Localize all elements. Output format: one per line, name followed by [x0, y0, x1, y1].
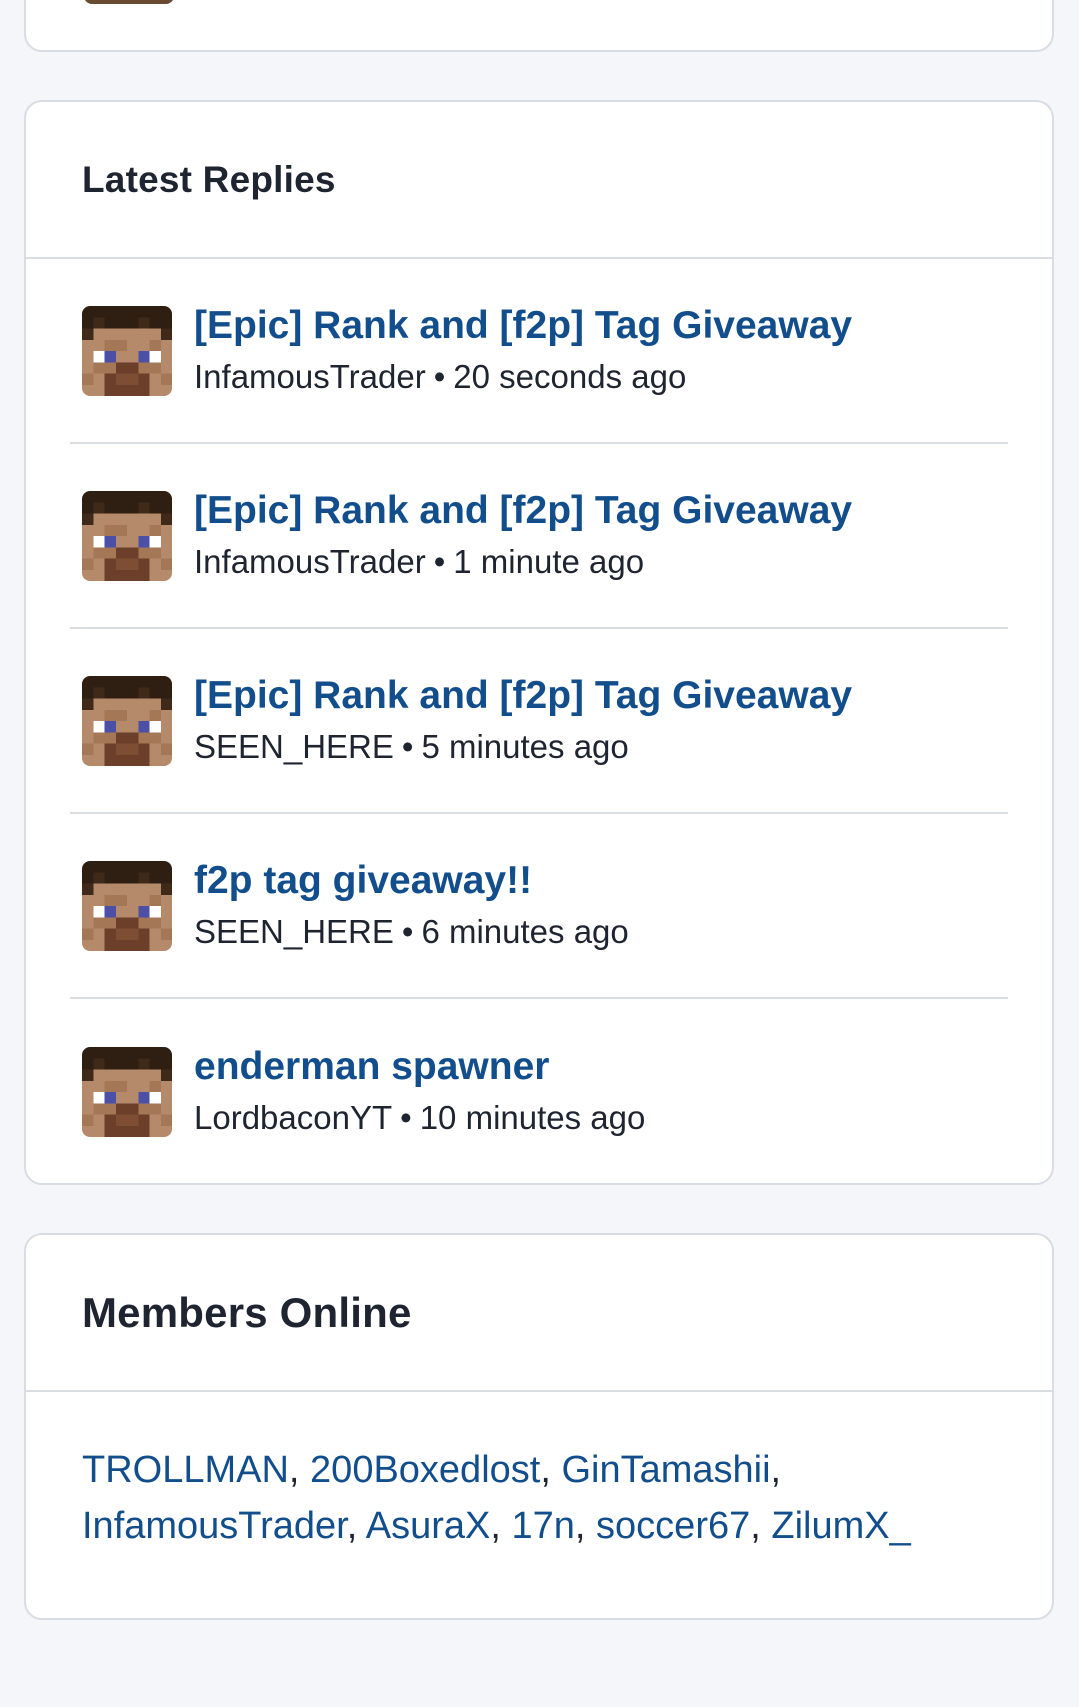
reply-meta: InfamousTrader • 20 seconds ago — [194, 354, 852, 400]
author-name[interactable]: SEEN_HERE — [194, 728, 394, 765]
thread-title-link[interactable]: f2p tag giveaway!! — [194, 857, 629, 905]
reply-time: 5 minutes ago — [421, 727, 629, 765]
member-link[interactable]: 17n — [512, 1505, 575, 1547]
list-separator: , — [490, 1505, 501, 1547]
previous-card — [24, 0, 1054, 52]
latest-replies-title: Latest Replies — [82, 158, 336, 200]
member-link[interactable]: AsuraX — [366, 1505, 491, 1547]
card-header: Latest Replies — [26, 102, 1052, 259]
reply-time: 10 minutes ago — [419, 1098, 646, 1136]
list-separator: , — [574, 1505, 586, 1547]
replies-list: [Epic] Rank and [f2p] Tag Giveaway Infam… — [26, 259, 1052, 1184]
author-name[interactable]: LordbaconYT — [194, 1099, 392, 1136]
avatar[interactable] — [82, 675, 172, 766]
thread-title-link[interactable]: [Epic] Rank and [f2p] Tag Giveaway — [194, 672, 852, 720]
separator: • — [401, 912, 414, 950]
reply-meta: SEEN_HERE • 5 minutes ago — [194, 724, 852, 770]
card-header: Members Online — [26, 1235, 1052, 1392]
reply-time: 20 seconds ago — [453, 357, 687, 395]
list-separator: , — [346, 1505, 358, 1547]
author-name[interactable]: InfamousTrader — [194, 358, 426, 395]
members-online-title: Members Online — [82, 1288, 412, 1336]
member-link[interactable]: soccer67 — [596, 1505, 750, 1547]
separator: • — [401, 727, 414, 765]
avatar[interactable] — [82, 490, 172, 581]
list-separator: , — [288, 1449, 300, 1491]
reply-item: enderman spawner LordbaconYT • 10 minutes … — [70, 999, 1008, 1184]
avatar[interactable] — [82, 305, 172, 396]
reply-time: 1 minute ago — [453, 542, 645, 580]
avatar[interactable] — [82, 1046, 172, 1137]
reply-item: f2p tag giveaway!! SEEN_HERE • 6 minutes a… — [70, 814, 1008, 999]
thread-title-link[interactable]: [Epic] Rank and [f2p] Tag Giveaway — [194, 487, 852, 535]
author-name[interactable]: InfamousTrader — [194, 543, 426, 580]
member-link[interactable]: InfamousTrader — [82, 1505, 347, 1547]
list-separator: , — [770, 1449, 782, 1491]
avatar — [84, 0, 174, 4]
latest-replies-card: Latest Replies [Epic] Rank and [f2p] Tag… — [24, 100, 1054, 1185]
member-link[interactable]: GinTamashii — [561, 1449, 770, 1491]
reply-meta: InfamousTrader • 1 minute ago — [194, 539, 852, 585]
thread-title-link[interactable]: enderman spawner — [194, 1043, 645, 1091]
reply-time: 6 minutes ago — [421, 912, 629, 950]
list-separator: , — [540, 1449, 551, 1491]
list-separator: , — [750, 1505, 761, 1547]
member-link[interactable]: 200Boxedlost — [310, 1449, 540, 1491]
reply-meta: LordbaconYT • 10 minutes ago — [194, 1095, 645, 1141]
thread-title-link[interactable]: [Epic] Rank and [f2p] Tag Giveaway — [194, 302, 852, 350]
separator: • — [433, 542, 446, 580]
reply-item: [Epic] Rank and [f2p] Tag Giveaway Infam… — [70, 259, 1008, 444]
member-link[interactable]: ZilumX_ — [771, 1505, 910, 1547]
members-online-card: Members Online TROLLMAN, 200Boxedlost, G… — [24, 1233, 1054, 1620]
members-list: TROLLMAN, 200Boxedlost, GinTamashii, Inf… — [26, 1392, 1052, 1554]
reply-item: [Epic] Rank and [f2p] Tag Giveaway SEEN_… — [70, 629, 1008, 814]
separator: • — [400, 1098, 412, 1136]
separator: • — [433, 357, 446, 395]
reply-item: [Epic] Rank and [f2p] Tag Giveaway Infam… — [70, 444, 1008, 629]
reply-meta: SEEN_HERE • 6 minutes ago — [194, 909, 629, 955]
member-link[interactable]: TROLLMAN — [82, 1449, 289, 1491]
author-name[interactable]: SEEN_HERE — [194, 913, 394, 950]
avatar[interactable] — [82, 860, 172, 951]
